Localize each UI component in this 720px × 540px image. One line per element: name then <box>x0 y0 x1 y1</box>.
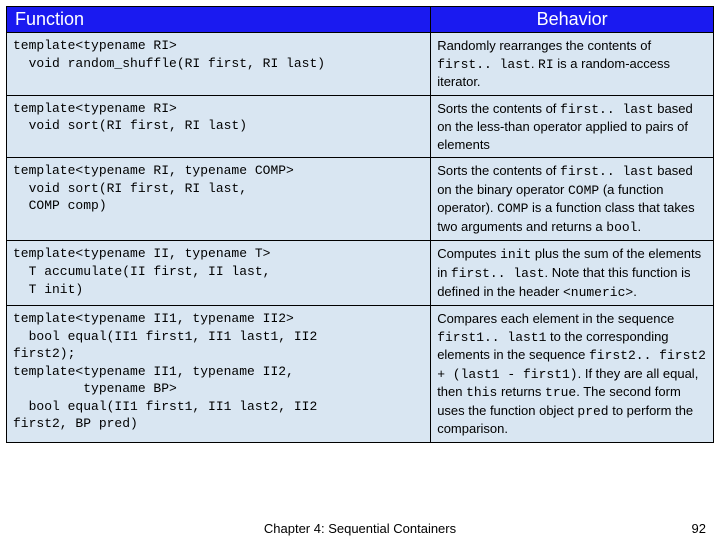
function-cell: template<typename RI> void sort(RI first… <box>7 95 431 158</box>
function-behavior-table: Function Behavior template<typename RI> … <box>6 6 714 443</box>
behavior-cell: Computes init plus the sum of the elemen… <box>431 241 714 306</box>
function-cell: template<typename RI, typename COMP> voi… <box>7 158 431 241</box>
header-behavior: Behavior <box>431 7 714 33</box>
behavior-cell: Sorts the contents of first.. last based… <box>431 95 714 158</box>
header-function: Function <box>7 7 431 33</box>
table-row: template<typename II1, typename II2> boo… <box>7 306 714 443</box>
table-row: template<typename RI> void random_shuffl… <box>7 33 714 96</box>
function-cell: template<typename II, typename T> T accu… <box>7 241 431 306</box>
function-cell: template<typename RI> void random_shuffl… <box>7 33 431 96</box>
behavior-cell: Randomly rearranges the contents of firs… <box>431 33 714 96</box>
table-row: template<typename RI> void sort(RI first… <box>7 95 714 158</box>
function-table-container: Function Behavior template<typename RI> … <box>0 0 720 449</box>
function-cell: template<typename II1, typename II2> boo… <box>7 306 431 443</box>
footer-page-number: 92 <box>692 521 706 536</box>
table-row: template<typename RI, typename COMP> voi… <box>7 158 714 241</box>
behavior-cell: Sorts the contents of first.. last based… <box>431 158 714 241</box>
table-header-row: Function Behavior <box>7 7 714 33</box>
footer-chapter-title: Chapter 4: Sequential Containers <box>264 521 456 536</box>
table-row: template<typename II, typename T> T accu… <box>7 241 714 306</box>
behavior-cell: Compares each element in the sequence fi… <box>431 306 714 443</box>
